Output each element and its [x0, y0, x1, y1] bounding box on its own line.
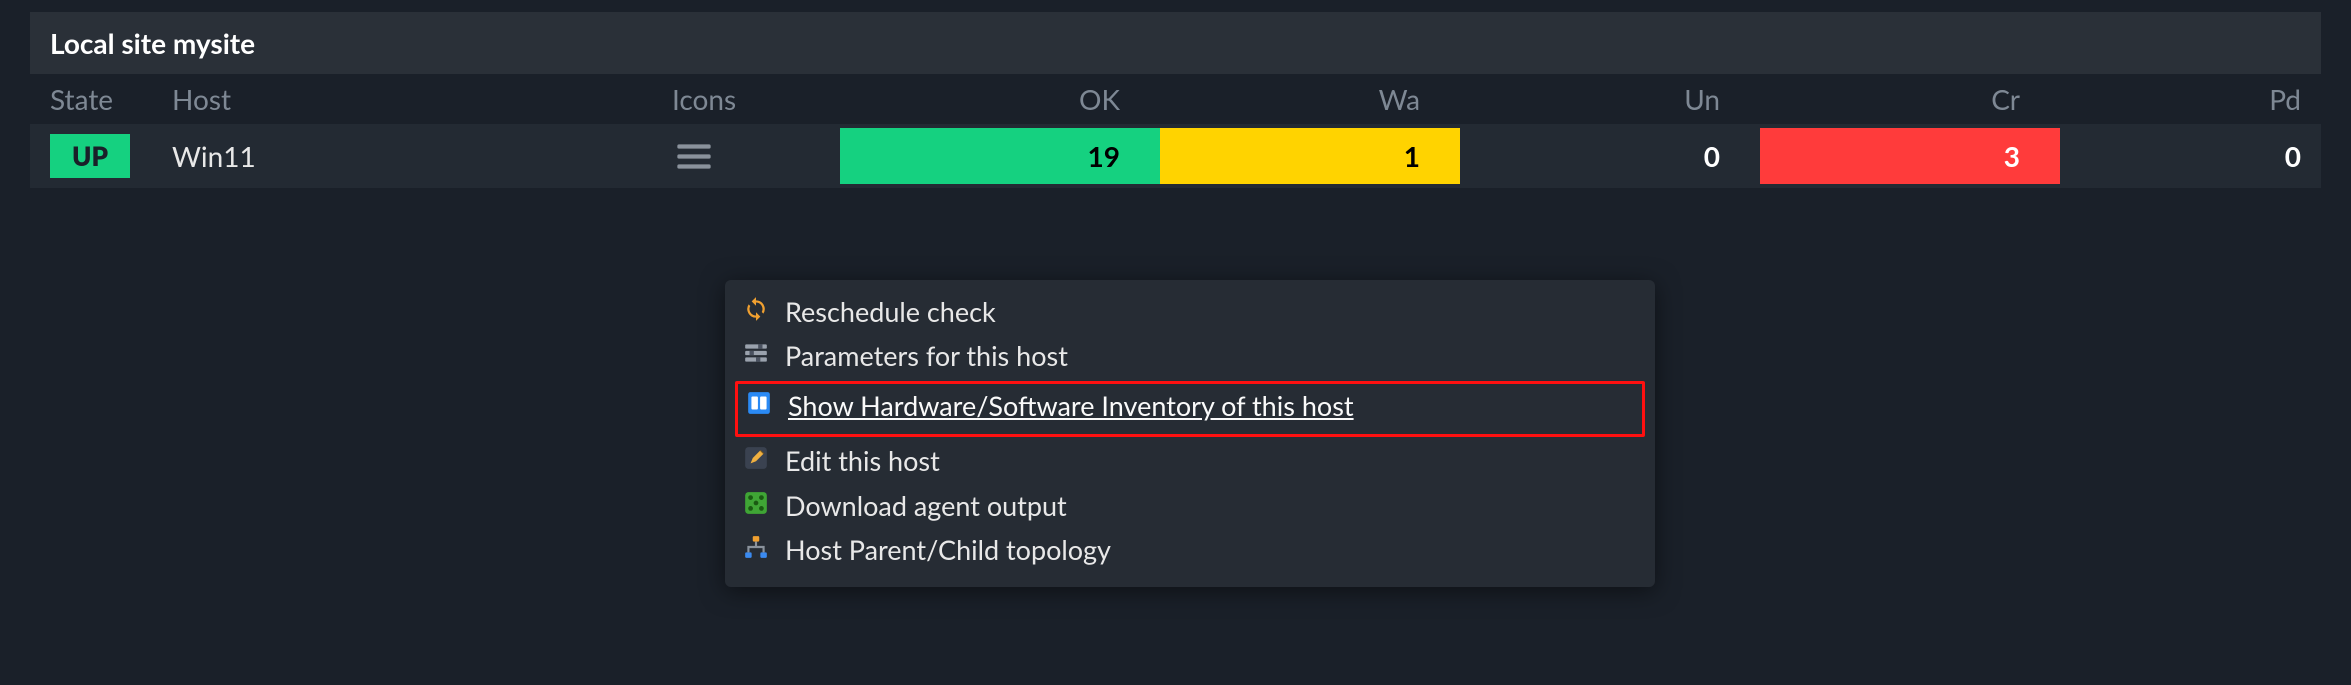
col-pd[interactable]: Pd	[2060, 82, 2321, 116]
cell-pd[interactable]: 0	[2060, 139, 2321, 173]
cell-host[interactable]: Win11	[160, 139, 660, 173]
edit-icon	[743, 443, 785, 471]
cell-state: UP	[30, 134, 160, 178]
menu-topology[interactable]: Host Parent/Child topology	[741, 528, 1639, 572]
cr-count: 3	[1760, 128, 2060, 184]
menu-reschedule[interactable]: Reschedule check	[741, 290, 1639, 334]
col-state[interactable]: State	[30, 82, 160, 116]
download-icon	[743, 488, 785, 516]
col-icons[interactable]: Icons	[660, 82, 840, 116]
menu-download[interactable]: Download agent output	[741, 484, 1639, 528]
parameters-icon	[743, 338, 785, 366]
cell-wa[interactable]: 1	[1160, 128, 1460, 184]
cell-cr[interactable]: 3	[1760, 128, 2060, 184]
wa-count: 1	[1160, 128, 1460, 184]
col-ok[interactable]: OK	[840, 82, 1160, 116]
host-actions-menu: Reschedule check Parameters for this hos…	[725, 280, 1655, 587]
menu-item-label: Host Parent/Child topology	[785, 532, 1637, 568]
menu-item-label: Edit this host	[785, 443, 1637, 479]
menu-item-label: Reschedule check	[785, 294, 1637, 330]
reschedule-icon	[743, 294, 785, 322]
ok-count: 19	[840, 128, 1160, 184]
menu-item-label: Parameters for this host	[785, 338, 1637, 374]
panel-title: Local site mysite	[30, 12, 2321, 74]
inventory-icon	[746, 388, 788, 416]
table-row: UP Win11 19 1 0 3	[30, 124, 2321, 188]
col-host[interactable]: Host	[160, 82, 660, 116]
menu-inventory[interactable]: Show Hardware/Software Inventory of this…	[735, 381, 1645, 437]
col-wa[interactable]: Wa	[1160, 82, 1460, 116]
table-header: State Host Icons OK Wa Un Cr Pd	[30, 74, 2321, 124]
state-badge[interactable]: UP	[50, 134, 130, 178]
hosts-table: State Host Icons OK Wa Un Cr Pd UP Win11	[30, 74, 2321, 188]
cell-icons	[660, 134, 840, 178]
menu-item-label: Show Hardware/Software Inventory of this…	[788, 388, 1634, 424]
topology-icon	[743, 532, 785, 560]
col-cr[interactable]: Cr	[1760, 82, 2060, 116]
cell-un[interactable]: 0	[1460, 139, 1760, 173]
menu-item-label: Download agent output	[785, 488, 1637, 524]
cell-ok[interactable]: 19	[840, 128, 1160, 184]
hamburger-icon[interactable]	[672, 134, 716, 178]
menu-parameters[interactable]: Parameters for this host	[741, 334, 1639, 378]
menu-edit[interactable]: Edit this host	[741, 439, 1639, 483]
col-un[interactable]: Un	[1460, 82, 1760, 116]
site-panel: Local site mysite State Host Icons OK Wa…	[30, 12, 2321, 188]
